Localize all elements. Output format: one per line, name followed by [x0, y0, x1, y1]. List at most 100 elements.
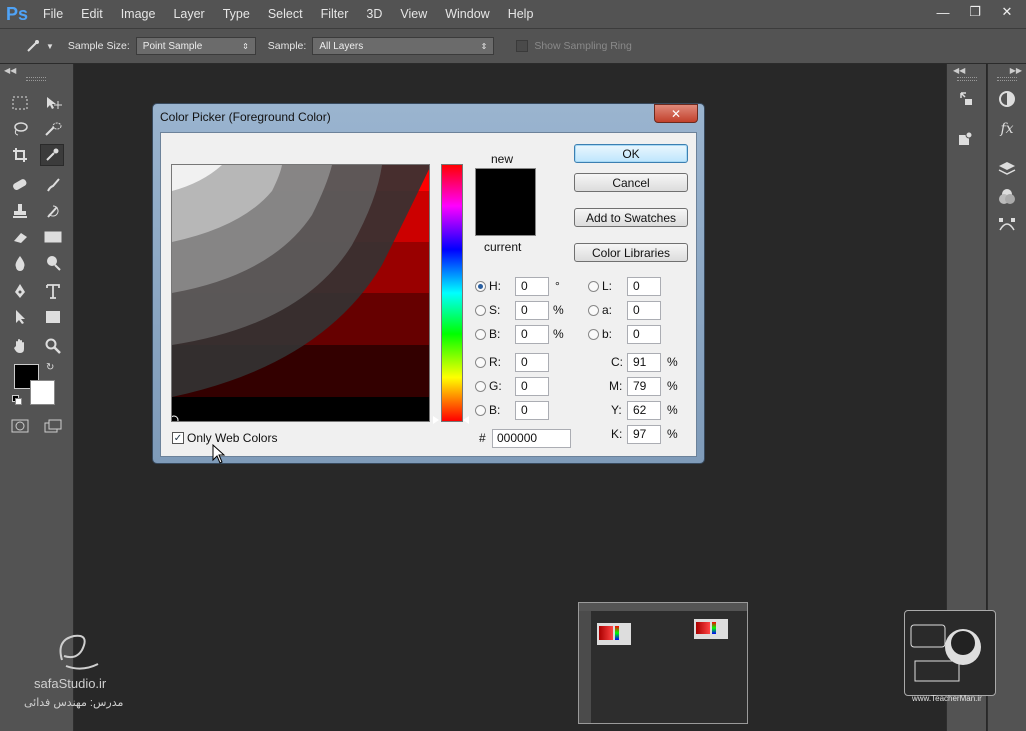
- lab-l-input[interactable]: 0: [627, 277, 661, 296]
- ok-button[interactable]: OK: [574, 144, 688, 163]
- screen-mode-icon[interactable]: [41, 415, 65, 437]
- saturation-input[interactable]: 0: [515, 301, 549, 320]
- lab-b-radio[interactable]: [588, 329, 599, 340]
- pen-tool-icon[interactable]: [8, 280, 32, 302]
- thumbnail-tools: [579, 611, 591, 723]
- healing-brush-tool-icon[interactable]: [8, 174, 32, 196]
- brightness-input[interactable]: 0: [515, 325, 549, 344]
- crop-tool-icon[interactable]: [8, 144, 32, 166]
- properties-panel-icon[interactable]: [955, 128, 977, 150]
- panel-grip-icon[interactable]: [997, 77, 1017, 81]
- type-tool-icon[interactable]: [41, 280, 65, 302]
- eraser-tool-icon[interactable]: [8, 226, 32, 248]
- yellow-input[interactable]: 62: [627, 401, 661, 420]
- blue-input[interactable]: 0: [515, 401, 549, 420]
- red-radio[interactable]: [475, 357, 486, 368]
- menu-layer[interactable]: Layer: [164, 0, 213, 28]
- lab-a-input[interactable]: 0: [627, 301, 661, 320]
- menu-select[interactable]: Select: [259, 0, 312, 28]
- cancel-button[interactable]: Cancel: [574, 173, 688, 192]
- quick-selection-tool-icon[interactable]: [41, 118, 65, 140]
- color-field[interactable]: [171, 164, 430, 422]
- menu-filter[interactable]: Filter: [312, 0, 358, 28]
- panel-collapse-icon[interactable]: ▶▶: [1010, 66, 1022, 75]
- teacherman-watermark: www.TeacherMan.ir: [912, 694, 982, 703]
- menu-image[interactable]: Image: [112, 0, 165, 28]
- hex-input[interactable]: 000000: [492, 429, 571, 448]
- color-picker-dialog: Color Picker (Foreground Color) ✕ new cu…: [152, 103, 705, 464]
- brush-tool-icon[interactable]: [41, 174, 65, 196]
- black-label: K:: [611, 427, 623, 441]
- magenta-label: M:: [609, 379, 623, 393]
- move-tool-icon[interactable]: [41, 92, 65, 114]
- background-color-swatch[interactable]: [30, 380, 55, 405]
- path-selection-tool-icon[interactable]: [8, 306, 32, 328]
- restore-button[interactable]: ❐: [960, 2, 990, 22]
- eyedropper-tool-icon[interactable]: [22, 35, 44, 57]
- menu-file[interactable]: File: [34, 0, 72, 28]
- blue-radio[interactable]: [475, 405, 486, 416]
- lab-a-radio[interactable]: [588, 305, 599, 316]
- marquee-tool-icon[interactable]: [8, 92, 32, 114]
- panel-grip-icon[interactable]: [26, 77, 46, 81]
- tool-preset-chevron-icon[interactable]: ▼: [46, 42, 54, 51]
- hand-tool-icon[interactable]: [8, 335, 32, 357]
- channels-panel-icon[interactable]: [996, 186, 1018, 208]
- paths-panel-icon[interactable]: [996, 214, 1018, 236]
- menu-window[interactable]: Window: [436, 0, 498, 28]
- lab-l-radio[interactable]: [588, 281, 599, 292]
- dialog-body: new current OK Cancel Add to Swatches Co…: [160, 132, 697, 457]
- blue-label: B:: [489, 403, 501, 417]
- blur-tool-icon[interactable]: [8, 252, 32, 274]
- dodge-tool-icon[interactable]: [41, 252, 65, 274]
- rectangle-tool-icon[interactable]: [41, 306, 65, 328]
- quick-mask-icon[interactable]: [8, 415, 32, 437]
- saturation-radio[interactable]: [475, 305, 486, 316]
- yellow-label: Y:: [611, 403, 622, 417]
- dialog-close-button[interactable]: ✕: [654, 104, 698, 123]
- dialog-title: Color Picker (Foreground Color): [160, 110, 331, 124]
- sample-size-select[interactable]: Point Sample ⇕: [135, 37, 256, 55]
- hue-slider-left-arrow-icon[interactable]: [433, 416, 439, 424]
- menu-edit[interactable]: Edit: [72, 0, 112, 28]
- clone-stamp-tool-icon[interactable]: [8, 200, 32, 222]
- eyedropper-tool-icon[interactable]: [40, 144, 64, 166]
- menu-3d[interactable]: 3D: [357, 0, 391, 28]
- cyan-input[interactable]: 91: [627, 353, 661, 372]
- hue-radio[interactable]: [475, 281, 486, 292]
- black-input[interactable]: 97: [627, 425, 661, 444]
- sampling-ring-label: Show Sampling Ring: [534, 40, 632, 52]
- menu-help[interactable]: Help: [499, 0, 543, 28]
- layers-panel-icon[interactable]: [996, 158, 1018, 180]
- default-colors-icon[interactable]: [12, 395, 22, 405]
- color-libraries-button[interactable]: Color Libraries: [574, 243, 688, 262]
- gradient-tool-icon[interactable]: [41, 226, 65, 248]
- sampling-ring-checkbox[interactable]: [516, 40, 529, 52]
- hue-slider[interactable]: [441, 164, 463, 422]
- menu-type[interactable]: Type: [214, 0, 259, 28]
- sample-select[interactable]: All Layers ⇕: [312, 37, 495, 55]
- magenta-input[interactable]: 79: [627, 377, 661, 396]
- hue-slider-right-arrow-icon[interactable]: [463, 416, 469, 424]
- minimize-button[interactable]: —: [928, 2, 958, 22]
- history-panel-icon[interactable]: [955, 88, 977, 110]
- history-brush-tool-icon[interactable]: [41, 200, 65, 222]
- panel-collapse-icon[interactable]: ◀◀: [4, 66, 16, 75]
- close-window-button[interactable]: ✕: [992, 2, 1022, 22]
- only-web-colors-checkbox[interactable]: ✓: [172, 432, 184, 444]
- panel-grip-icon[interactable]: [957, 77, 977, 81]
- zoom-tool-icon[interactable]: [41, 335, 65, 357]
- swap-colors-icon[interactable]: ↻: [46, 362, 54, 373]
- red-input[interactable]: 0: [515, 353, 549, 372]
- panel-collapse-icon[interactable]: ◀◀: [953, 66, 965, 75]
- green-radio[interactable]: [475, 381, 486, 392]
- lab-b-input[interactable]: 0: [627, 325, 661, 344]
- brightness-radio[interactable]: [475, 329, 486, 340]
- green-input[interactable]: 0: [515, 377, 549, 396]
- hue-input[interactable]: 0: [515, 277, 549, 296]
- styles-fx-icon[interactable]: fx: [996, 118, 1018, 140]
- lasso-tool-icon[interactable]: [8, 118, 32, 140]
- adjustments-panel-icon[interactable]: [996, 88, 1018, 110]
- add-to-swatches-button[interactable]: Add to Swatches: [574, 208, 688, 227]
- menu-view[interactable]: View: [391, 0, 436, 28]
